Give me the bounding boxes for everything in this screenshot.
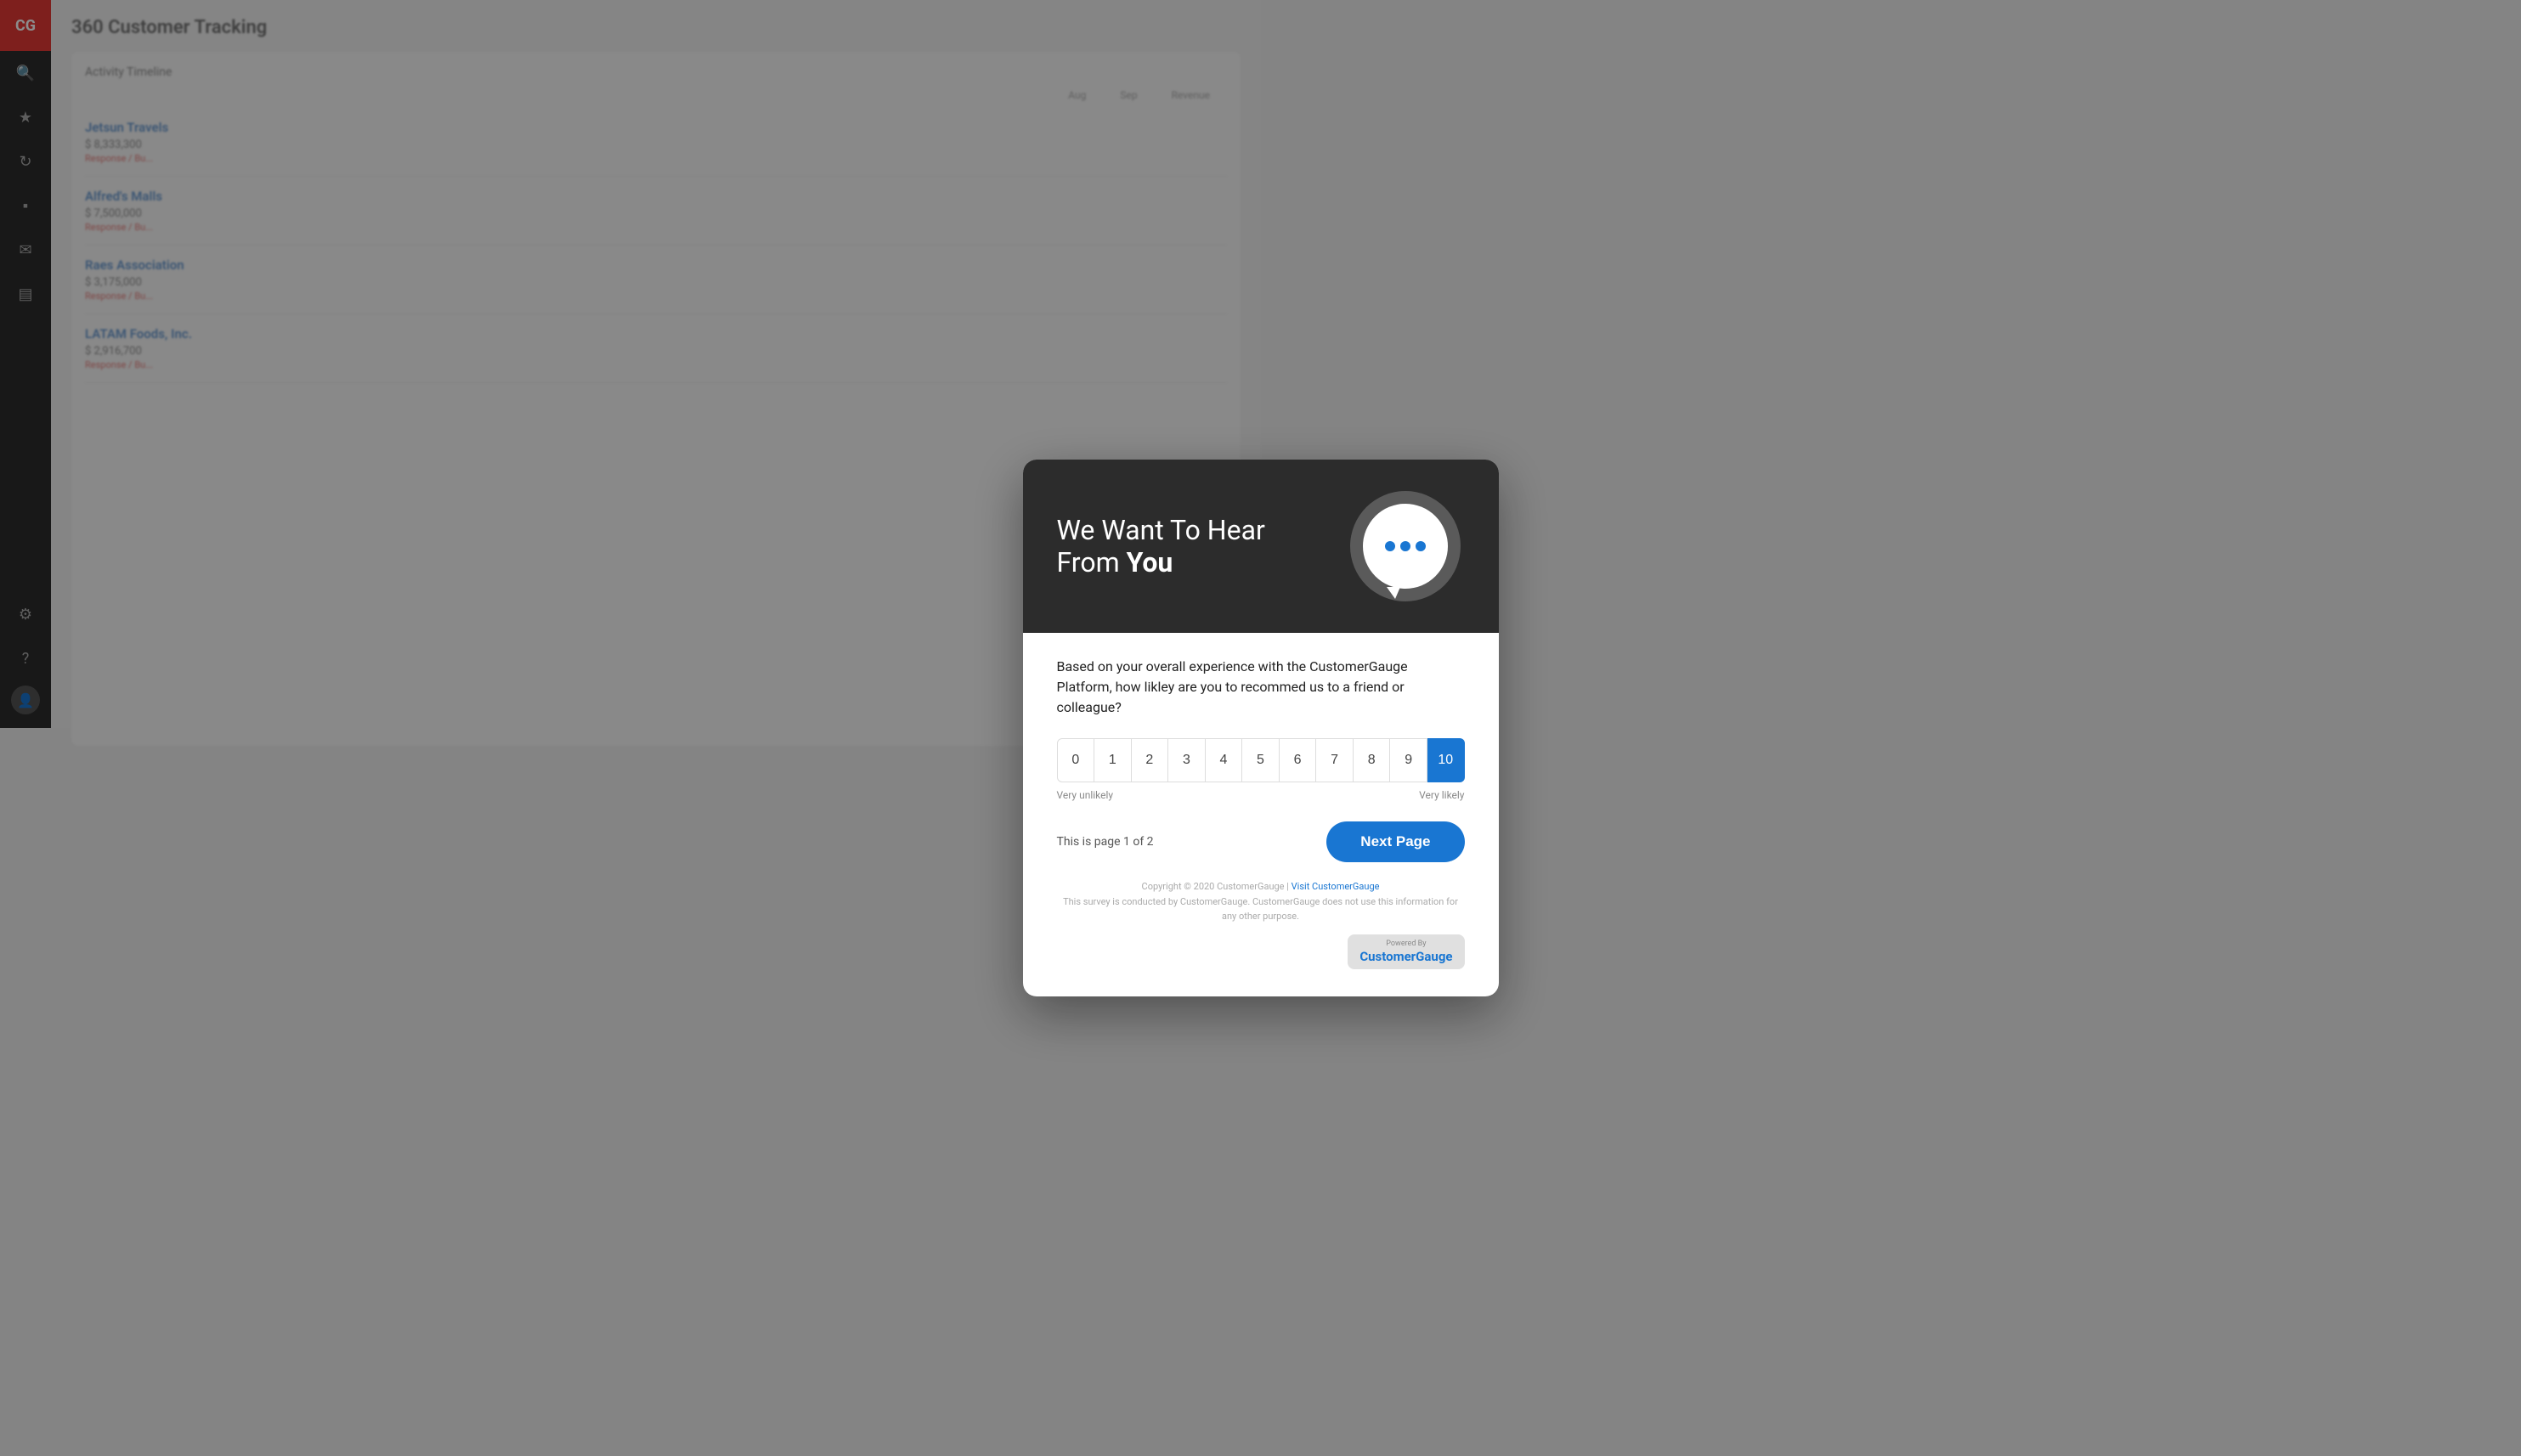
next-page-button[interactable]: Next Page xyxy=(1326,821,1464,862)
modal-body: Based on your overall experience with th… xyxy=(1023,633,1499,996)
header-you: You xyxy=(1127,546,1173,578)
copyright-text: Copyright © 2020 CustomerGauge | xyxy=(1142,881,1292,892)
powered-by-badge: Powered By CustomerGauge xyxy=(1348,934,1464,969)
survey-question: Based on your overall experience with th… xyxy=(1057,657,1465,718)
speech-bubble xyxy=(1363,504,1448,589)
rating-8[interactable]: 8 xyxy=(1354,738,1391,782)
rating-1[interactable]: 1 xyxy=(1094,738,1132,782)
rating-4[interactable]: 4 xyxy=(1206,738,1243,782)
rating-label-left: Very unlikely xyxy=(1057,789,1114,801)
rating-6[interactable]: 6 xyxy=(1280,738,1317,782)
modal-header: We Want To Hear From You xyxy=(1023,460,1499,633)
disclaimer-text: This survey is conducted by CustomerGaug… xyxy=(1063,896,1458,923)
modal-header-text: We Want To Hear From You xyxy=(1057,514,1265,579)
dots xyxy=(1385,541,1426,551)
page-info: This is page 1 of 2 xyxy=(1057,835,1154,849)
header-from: From xyxy=(1057,546,1127,578)
survey-modal: We Want To Hear From You xyxy=(1023,460,1499,996)
powered-by-brand: CustomerGauge xyxy=(1359,949,1452,964)
header-line2: From You xyxy=(1057,546,1265,578)
modal-copyright: Copyright © 2020 CustomerGauge | Visit C… xyxy=(1057,879,1465,924)
dot-1 xyxy=(1385,541,1395,551)
rating-2[interactable]: 2 xyxy=(1132,738,1169,782)
dot-3 xyxy=(1416,541,1426,551)
visit-link[interactable]: Visit CustomerGauge xyxy=(1292,881,1380,892)
rating-labels: Very unlikely Very likely xyxy=(1057,789,1465,801)
speech-bubble-container xyxy=(1346,487,1465,606)
rating-10[interactable]: 10 xyxy=(1427,738,1465,782)
header-line1: We Want To Hear xyxy=(1057,514,1265,546)
rating-0[interactable]: 0 xyxy=(1057,738,1095,782)
rating-7[interactable]: 7 xyxy=(1316,738,1354,782)
speech-bubble-outer xyxy=(1350,491,1461,601)
rating-label-right: Very likely xyxy=(1419,789,1464,801)
dot-2 xyxy=(1400,541,1410,551)
rating-3[interactable]: 3 xyxy=(1168,738,1206,782)
rating-scale: 0 1 2 3 4 5 6 7 8 9 10 xyxy=(1057,738,1465,782)
modal-footer: This is page 1 of 2 Next Page xyxy=(1057,821,1465,862)
overlay-backdrop: We Want To Hear From You xyxy=(0,0,2521,1456)
rating-9[interactable]: 9 xyxy=(1390,738,1427,782)
powered-by-section: Powered By CustomerGauge xyxy=(1057,934,1465,973)
rating-5[interactable]: 5 xyxy=(1242,738,1280,782)
powered-by-label: Powered By xyxy=(1359,940,1452,948)
